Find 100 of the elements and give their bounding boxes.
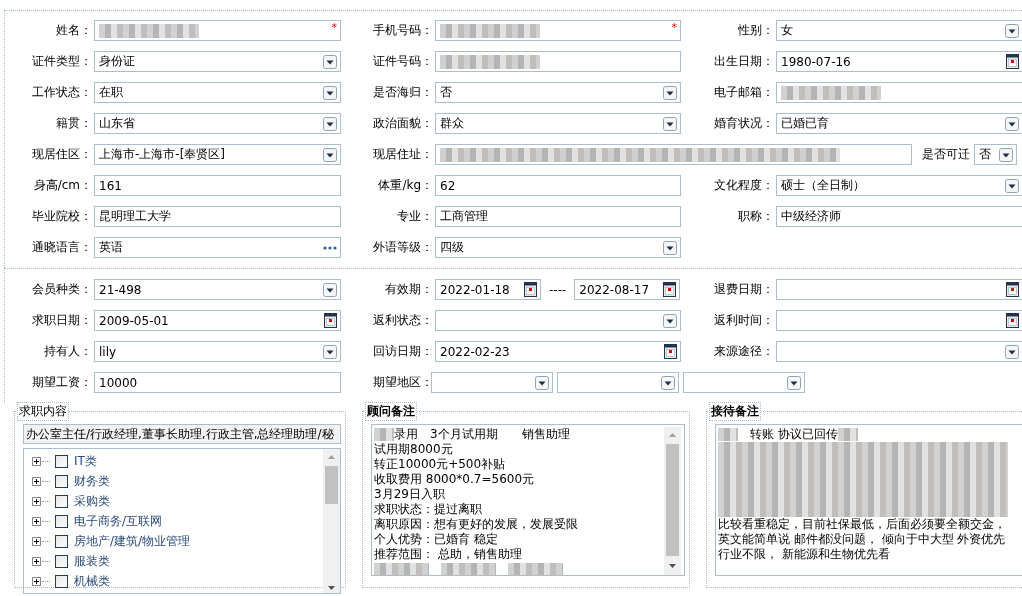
field-label: 来源途径： <box>713 343 775 360</box>
tree-item[interactable]: 机械类 <box>74 572 110 590</box>
field-label: 现居住址： <box>372 146 434 163</box>
calendar-icon[interactable] <box>1006 313 1019 328</box>
expand-icon[interactable] <box>32 456 41 466</box>
field-label: 身高/cm： <box>32 177 93 194</box>
checkbox[interactable] <box>55 494 68 508</box>
picker-field[interactable]: 英语 <box>94 237 341 258</box>
note-text: 求职状态：提过离职 <box>374 501 482 518</box>
required-mark: * <box>331 21 337 34</box>
calendar-icon[interactable] <box>1006 282 1019 297</box>
dropdown[interactable]: 山东省 <box>94 113 341 134</box>
checkbox[interactable] <box>55 514 68 528</box>
field-label: 是否可迁 <box>921 146 971 163</box>
notes-area[interactable]: 转账 协议已回传 比较看重稳定，目前社保最低，后面必须要全额交金， 英文能简单说 邮件都没问题， 倾向于中大型 外资优先 行业不限， 新能源和生物优先看 <box>715 424 1022 576</box>
field-label: 体重/kg： <box>377 177 434 194</box>
field-label: 电子邮箱： <box>713 84 775 101</box>
notes-area[interactable]: 录用 3个月试用期 销售助理 试用期8000元 转正10000元+500补贴 收取费用 8000*0.7=5600元 3月29日入职 求职状态：提过离职 离职原因：想有更好的发展，发展受限 个人优势：已婚育 稳定 推荐范围： 总助，销售助理 <box>371 424 685 576</box>
field-label: 职称： <box>737 208 775 225</box>
text-field[interactable]: 昆明理工大学 <box>94 206 341 227</box>
expand-icon[interactable] <box>32 536 41 546</box>
blurred-text <box>508 563 563 575</box>
date-field[interactable] <box>776 279 1022 300</box>
date-field[interactable]: 2022-08-17 <box>574 279 681 300</box>
date-field[interactable]: 2022-02-23 <box>435 341 681 362</box>
field-label: 证件类型： <box>31 53 93 70</box>
note-text: 试用期8000元 <box>374 441 453 458</box>
checkbox[interactable] <box>55 474 68 488</box>
expand-icon[interactable] <box>32 556 41 566</box>
scrollbar[interactable] <box>664 427 681 575</box>
field-label: 籍贯： <box>55 115 93 132</box>
expand-icon[interactable] <box>32 476 41 486</box>
dropdown[interactable]: 否 <box>435 82 681 103</box>
text-field[interactable]: 10000 <box>94 372 341 393</box>
calendar-icon[interactable] <box>664 344 677 359</box>
dropdown[interactable]: 四级 <box>435 237 681 258</box>
dropdown[interactable]: 在职 <box>94 82 341 103</box>
calendar-icon[interactable] <box>663 282 677 297</box>
calendar-icon[interactable] <box>524 282 537 297</box>
more-icon[interactable] <box>323 245 337 250</box>
field-label: 政治面貌： <box>372 115 434 132</box>
dropdown[interactable]: lily <box>94 341 341 362</box>
text-field[interactable]: 工商管理 <box>435 206 681 227</box>
text-field[interactable] <box>435 51 681 72</box>
checkbox[interactable] <box>55 554 68 568</box>
field-label: 手机号码： <box>372 22 434 39</box>
dropdown[interactable]: 已婚已育 <box>776 113 1022 134</box>
field-label: 退费日期： <box>713 281 775 298</box>
note-text: 3月29日入职 <box>374 486 445 503</box>
field-label: 有效期： <box>384 281 434 298</box>
field-label: 会员种类： <box>31 281 93 298</box>
tree-item[interactable]: 房地产/建筑/物业管理 <box>74 532 191 550</box>
calendar-icon[interactable] <box>324 313 337 328</box>
calendar-icon[interactable] <box>1006 54 1019 69</box>
field-label: 求职日期： <box>31 312 93 329</box>
note-text: 个人优势：已婚育 稳定 <box>374 531 498 548</box>
scrollbar[interactable] <box>323 449 340 593</box>
field-label: 回访日期： <box>372 343 434 360</box>
checkbox[interactable] <box>55 454 68 468</box>
date-field[interactable]: 2022-01-18 <box>435 279 541 300</box>
dropdown[interactable]: 身份证 <box>94 51 341 72</box>
date-field[interactable]: 1980-07-16 <box>776 51 1022 72</box>
field-label: 文化程度： <box>713 177 775 194</box>
text-field[interactable]: * <box>94 20 341 41</box>
field-label: 外语等级： <box>372 239 434 256</box>
field-label: 是否海归： <box>372 84 434 101</box>
required-mark: * <box>671 21 677 34</box>
note-text: 英文能简单说 邮件都没问题， 倾向于中大型 外资优先 <box>718 531 1006 548</box>
text-field[interactable]: 161 <box>94 175 341 196</box>
dropdown[interactable]: 21-498 <box>94 279 341 300</box>
dropdown[interactable]: 上海市-上海市-[奉贤区] <box>94 144 341 165</box>
text-field[interactable]: 办公室主任/行政经理,董事长助理,行政主管,总经理助理/秘 <box>23 424 341 444</box>
tree-item[interactable]: 财务类 <box>74 472 110 490</box>
field-label: 通晓语言： <box>31 239 93 256</box>
field-label: 返利状态： <box>372 312 434 329</box>
field-label: 期望工资： <box>31 374 93 391</box>
dropdown[interactable]: 否 <box>974 144 1017 165</box>
text-field[interactable]: 62 <box>435 175 681 196</box>
text-field[interactable] <box>435 144 912 165</box>
field-label: 期望地区： <box>372 374 434 391</box>
expand-icon[interactable] <box>32 576 41 586</box>
expand-icon[interactable] <box>32 496 41 506</box>
dropdown[interactable]: 女 <box>776 20 1022 41</box>
tree-item[interactable]: 电子商务/互联网 <box>74 512 163 530</box>
tree-item[interactable]: 采购类 <box>74 492 110 510</box>
checkbox[interactable] <box>55 574 68 588</box>
dropdown[interactable]: 硕士（全日制） <box>776 175 1022 196</box>
expand-icon[interactable] <box>32 516 41 526</box>
field-label: 证件号码： <box>372 53 434 70</box>
text-field[interactable]: * <box>435 20 681 41</box>
text-field[interactable]: 中级经济师 <box>776 206 1022 227</box>
text-field[interactable] <box>776 82 1022 103</box>
tree-item[interactable]: 服装类 <box>74 552 110 570</box>
checkbox[interactable] <box>55 534 68 548</box>
note-text: 录用 3个月试用期 销售助理 <box>394 426 570 443</box>
dropdown[interactable]: 群众 <box>435 113 681 134</box>
date-field[interactable]: 2009-05-01 <box>94 310 341 331</box>
note-text: 转账 协议已回传 <box>749 426 838 443</box>
tree-item[interactable]: IT类 <box>74 452 97 470</box>
date-field[interactable] <box>776 310 1022 331</box>
